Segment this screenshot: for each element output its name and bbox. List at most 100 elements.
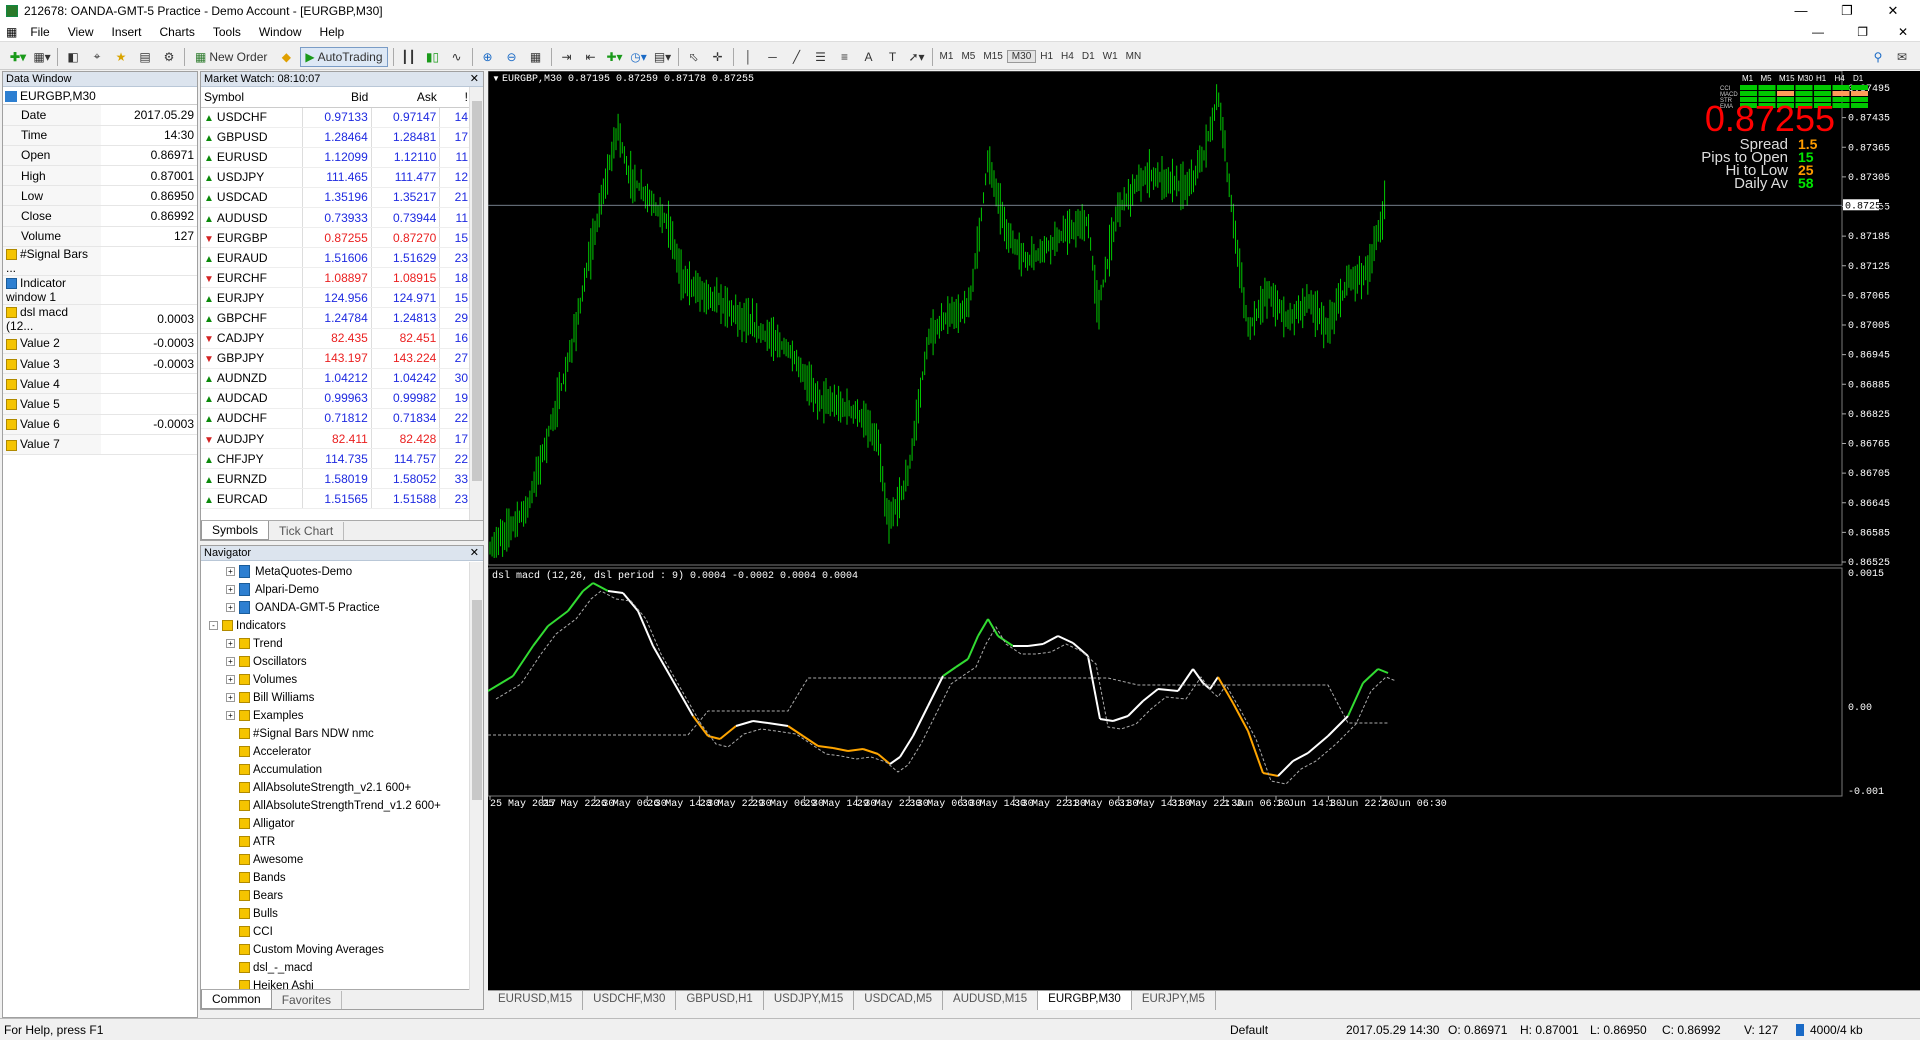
market-watch-row[interactable]: ▼ EURGBP 0.87255 0.87270 15 xyxy=(201,227,471,249)
collapse-icon[interactable]: - xyxy=(209,621,218,631)
close-icon[interactable]: ✕ xyxy=(470,72,479,87)
channel-icon[interactable]: ☰ xyxy=(811,47,831,67)
market-watch-icon[interactable]: ◧ xyxy=(63,47,83,67)
navigator-scrollbar[interactable] xyxy=(469,562,483,990)
chart-tab[interactable]: GBPUSD,H1 xyxy=(676,991,764,1010)
line-chart-icon[interactable]: ∿ xyxy=(447,47,467,67)
fibonacci-icon[interactable]: ≡ xyxy=(835,47,855,67)
new-chart-icon[interactable]: ✚▾ xyxy=(8,47,28,67)
nav-indicator[interactable]: Heiken Ashi xyxy=(201,977,483,989)
expand-icon[interactable]: + xyxy=(226,675,235,685)
market-watch-row[interactable]: ▲ AUDNZD 1.04212 1.04242 30 xyxy=(201,368,471,389)
expand-icon[interactable]: + xyxy=(226,711,235,721)
terminal-icon[interactable]: ▤ xyxy=(135,47,155,67)
market-watch-row[interactable]: ▲ GBPCHF 1.24784 1.24813 29 xyxy=(201,307,471,329)
nav-indicator[interactable]: #Signal Bars NDW nmc xyxy=(201,725,483,743)
profiles-icon[interactable]: ▦▾ xyxy=(32,47,52,67)
nav-folder[interactable]: + Bill Williams xyxy=(201,689,483,707)
tf-m1[interactable]: M1 xyxy=(936,51,958,62)
menu-view[interactable]: View xyxy=(59,25,103,39)
nav-indicator[interactable]: dsl_-_macd xyxy=(201,959,483,977)
col-bid[interactable]: Bid xyxy=(302,87,372,108)
autoscroll-icon[interactable]: ⇥ xyxy=(557,47,577,67)
market-watch-scrollbar[interactable] xyxy=(469,87,483,520)
nav-folder[interactable]: + Oscillators xyxy=(201,653,483,671)
market-watch-row[interactable]: ▼ AUDJPY 82.411 82.428 17 xyxy=(201,428,471,450)
doc-close-button[interactable]: ✕ xyxy=(1898,25,1908,39)
zoom-in-icon[interactable]: ⊕ xyxy=(478,47,498,67)
chat-icon[interactable]: ✉ xyxy=(1892,47,1912,67)
market-watch-row[interactable]: ▲ AUDUSD 0.73933 0.73944 11 xyxy=(201,207,471,229)
expand-icon[interactable]: + xyxy=(226,567,235,577)
tf-w1[interactable]: W1 xyxy=(1099,51,1122,62)
tab-favorites[interactable]: Favorites xyxy=(272,991,343,1009)
cursor-icon[interactable]: ⬁ xyxy=(684,47,704,67)
market-watch-row[interactable]: ▲ EURNZD 1.58019 1.58052 33 xyxy=(201,468,471,490)
market-watch-row[interactable]: ▲ EURAUD 1.51606 1.51629 23 xyxy=(201,247,471,269)
templates-icon[interactable]: ▤▾ xyxy=(653,47,673,67)
indicators-icon[interactable]: ✚▾ xyxy=(605,47,625,67)
market-watch-row[interactable]: ▲ EURJPY 124.956 124.971 15 xyxy=(201,287,471,309)
tab-tick-chart[interactable]: Tick Chart xyxy=(269,522,345,540)
restore-button[interactable]: ❐ xyxy=(1824,0,1870,22)
expand-icon[interactable]: + xyxy=(226,693,235,703)
nav-account[interactable]: + MetaQuotes-Demo xyxy=(201,563,483,581)
market-watch-row[interactable]: ▲ EURCAD 1.51565 1.51588 23 xyxy=(201,488,471,510)
tester-icon[interactable]: ⚙ xyxy=(159,47,179,67)
new-order-button[interactable]: ▦ New Order xyxy=(190,47,272,67)
bar-chart-icon[interactable]: ┃┃ xyxy=(399,47,419,67)
text-icon[interactable]: A xyxy=(859,47,879,67)
arrows-icon[interactable]: ➚▾ xyxy=(907,47,927,67)
tile-windows-icon[interactable]: ▦ xyxy=(526,47,546,67)
close-button[interactable]: ✕ xyxy=(1870,0,1916,22)
expand-icon[interactable]: + xyxy=(226,603,235,613)
chart-shift-icon[interactable]: ⇤ xyxy=(581,47,601,67)
market-watch-row[interactable]: ▼ CADJPY 82.435 82.451 16 xyxy=(201,328,471,349)
text-label-icon[interactable]: T xyxy=(883,47,903,67)
market-watch-row[interactable]: ▲ CHFJPY 114.735 114.757 22 xyxy=(201,448,471,470)
chart-window[interactable]: 0.874950.874350.873650.873050.872550.871… xyxy=(487,57,1920,990)
nav-indicator[interactable]: AllAbsoluteStrengthTrend_v1.2 600+ xyxy=(201,797,483,815)
nav-account[interactable]: + OANDA-GMT-5 Practice xyxy=(201,599,483,617)
expand-icon[interactable]: + xyxy=(226,639,235,649)
chart-tab[interactable]: USDJPY,M15 xyxy=(764,991,855,1010)
tf-m15[interactable]: M15 xyxy=(979,51,1006,62)
market-watch-row[interactable]: ▼ EURCHF 1.08897 1.08915 18 xyxy=(201,267,471,289)
tab-common[interactable]: Common xyxy=(201,990,272,1009)
autotrading-button[interactable]: ▶ AutoTrading xyxy=(300,46,388,67)
close-icon[interactable]: ✕ xyxy=(470,546,479,561)
menu-file[interactable]: File xyxy=(21,25,58,39)
minimize-button[interactable]: — xyxy=(1778,0,1824,22)
tf-mn[interactable]: MN xyxy=(1122,51,1146,62)
col-spread[interactable]: ! xyxy=(439,87,471,108)
periods-icon[interactable]: ◷▾ xyxy=(629,47,649,67)
chart-tab[interactable]: AUDUSD,M15 xyxy=(943,991,1039,1010)
vertical-line-icon[interactable]: │ xyxy=(739,47,759,67)
doc-minimize-button[interactable]: — xyxy=(1812,25,1824,39)
search-icon[interactable]: ⚲ xyxy=(1868,47,1888,67)
nav-account[interactable]: + Alpari-Demo xyxy=(201,581,483,599)
nav-indicator[interactable]: AllAbsoluteStrength_v2.1 600+ xyxy=(201,779,483,797)
nav-indicator[interactable]: Alligator xyxy=(201,815,483,833)
menu-insert[interactable]: Insert xyxy=(102,25,150,39)
nav-indicator[interactable]: Bands xyxy=(201,869,483,887)
market-watch-row[interactable]: ▲ AUDCAD 0.99963 0.99982 19 xyxy=(201,388,471,409)
nav-folder[interactable]: + Examples xyxy=(201,707,483,725)
nav-indicator[interactable]: Accelerator xyxy=(201,743,483,761)
metaeditor-icon[interactable]: ◆ xyxy=(276,47,296,67)
nav-indicator[interactable]: Awesome xyxy=(201,851,483,869)
chart-tab[interactable]: EURJPY,M5 xyxy=(1132,991,1216,1010)
price-chart[interactable]: 0.874950.874350.873650.873050.872550.871… xyxy=(487,57,1920,990)
crosshair-icon[interactable]: ✛ xyxy=(708,47,728,67)
nav-folder[interactable]: + Volumes xyxy=(201,671,483,689)
nav-indicator[interactable]: Accumulation xyxy=(201,761,483,779)
nav-indicator[interactable]: Custom Moving Averages xyxy=(201,941,483,959)
menu-tools[interactable]: Tools xyxy=(204,25,250,39)
market-watch-row[interactable]: ▲ USDCHF 0.97133 0.97147 14 xyxy=(201,107,471,128)
market-watch-row[interactable]: ▲ USDJPY 111.465 111.477 12 xyxy=(201,167,471,188)
trendline-icon[interactable]: ╱ xyxy=(787,47,807,67)
doc-restore-button[interactable]: ❐ xyxy=(1857,25,1868,39)
data-window-icon[interactable]: ⌖ xyxy=(87,47,107,67)
chart-tab[interactable]: EURGBP,M30 xyxy=(1038,991,1132,1010)
nav-folder[interactable]: + Trend xyxy=(201,635,483,653)
